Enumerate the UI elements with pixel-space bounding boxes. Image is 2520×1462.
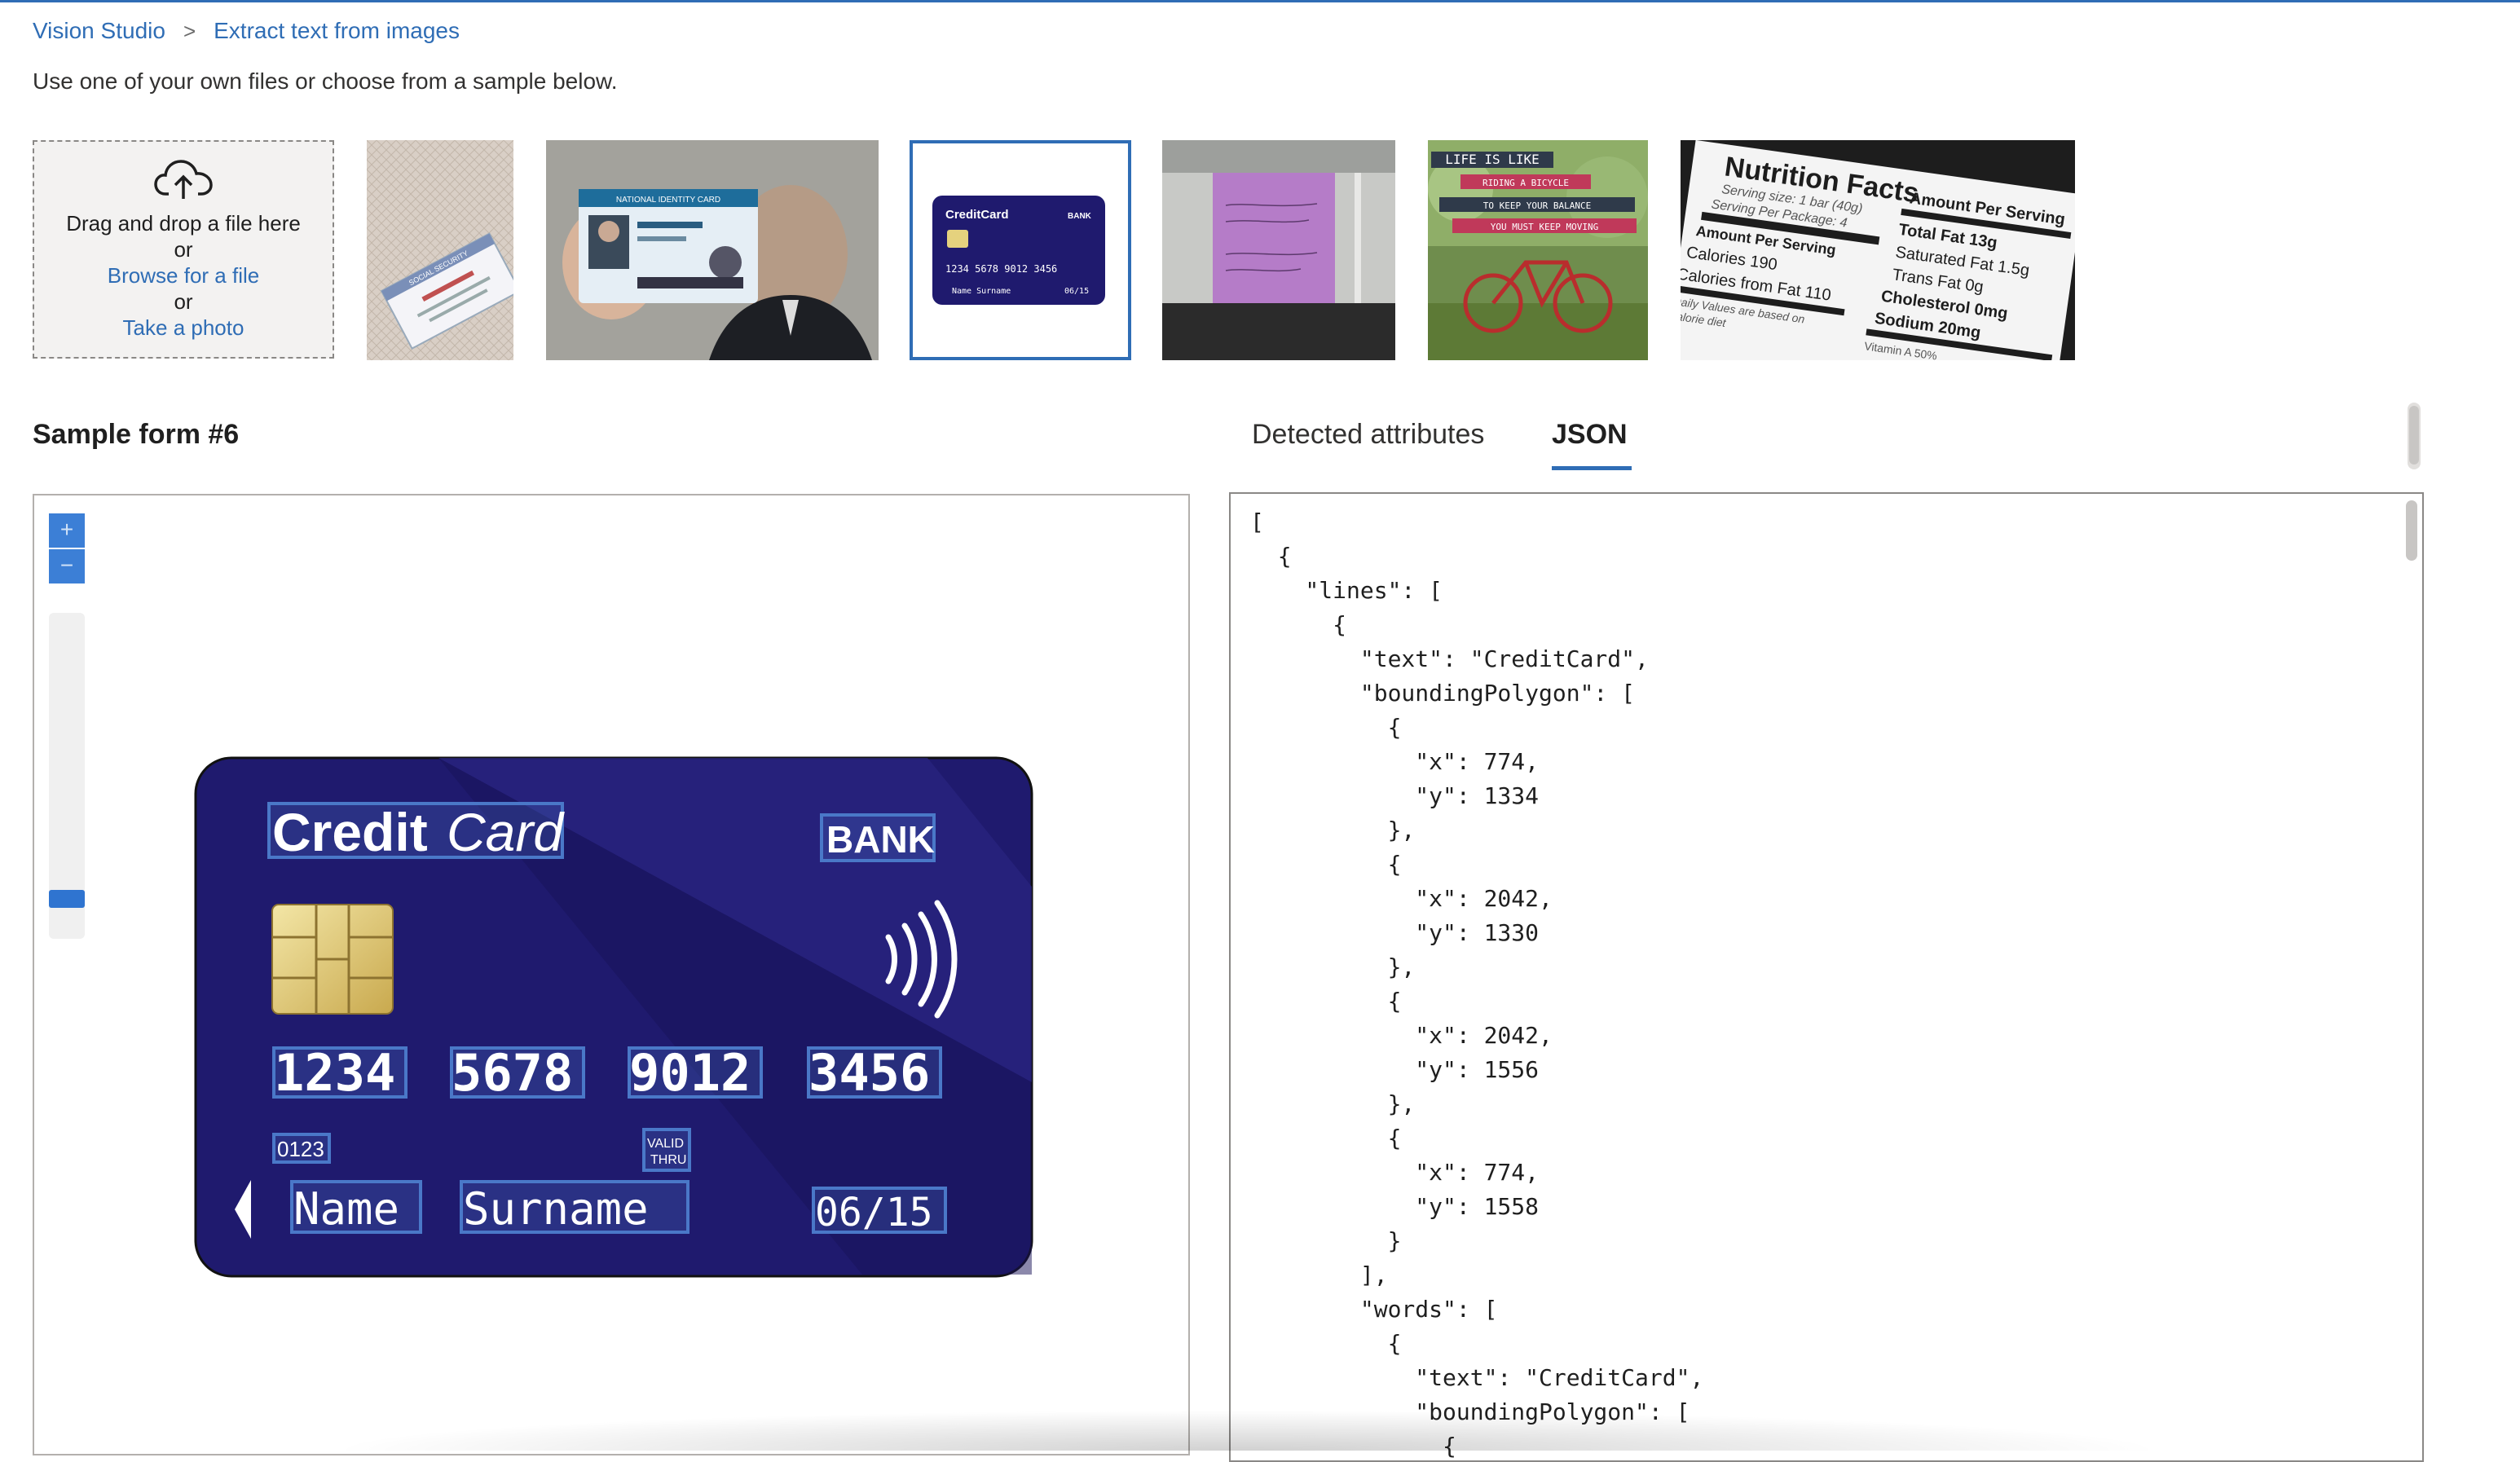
card-expiry: 06/15 (815, 1190, 933, 1235)
sample-thumb-id-card[interactable]: NATIONAL IDENTITY CARD (546, 140, 879, 360)
sample-thumb-social-security[interactable]: SOCIAL SECURITY (367, 140, 513, 360)
mini-card-expiry: 06/15 (1064, 287, 1089, 296)
json-scrollbar-thumb[interactable] (2406, 500, 2417, 561)
bicycle-quote-image: LIFE IS LIKE RIDING A BICYCLE TO KEEP YO… (1428, 140, 1648, 360)
zoom-out-button[interactable]: − (49, 549, 85, 583)
page-scrollbar[interactable] (2408, 403, 2421, 469)
tab-detected-attributes[interactable]: Detected attributes (1252, 419, 1484, 451)
id-card-photo-image: NATIONAL IDENTITY CARD (546, 140, 879, 360)
zoom-in-button[interactable]: + (49, 513, 85, 548)
card-brand-bold: Credit (272, 802, 428, 862)
browse-file-link[interactable]: Browse for a file (108, 262, 259, 288)
bicycle-line-1: LIFE IS LIKE (1445, 152, 1540, 167)
card-holder-surname: Surname (463, 1183, 649, 1235)
chip-icon (271, 904, 394, 1015)
breadcrumb-extract-text[interactable]: Extract text from images (214, 18, 460, 44)
active-tab-indicator (1552, 466, 1632, 470)
cloud-upload-icon (154, 160, 213, 199)
top-accent-line (0, 0, 2520, 2)
credit-card-thumbnail-image: CreditCard BANK 1234 5678 9012 3456 Name… (913, 143, 1128, 357)
card-holder-name: Name (293, 1183, 399, 1235)
card-bank: BANK (826, 818, 935, 861)
upload-or-1: or (174, 237, 193, 262)
upload-instruction: Drag and drop a file here (66, 211, 301, 236)
upload-dropzone[interactable]: Drag and drop a file here or Browse for … (33, 140, 334, 359)
card-number-group-3: 9012 (629, 1043, 751, 1103)
image-viewer: + − Credit Card BANK 1234 5678 9012 3456… (33, 494, 1190, 1455)
sample-thumb-bicycle[interactable]: LIFE IS LIKE RIDING A BICYCLE TO KEEP YO… (1428, 140, 1648, 360)
json-output-text: [ { "lines": [ { "text": "CreditCard", "… (1250, 509, 1704, 1460)
card-number-group-1: 1234 (274, 1043, 395, 1103)
intro-text: Use one of your own files or choose from… (33, 68, 618, 94)
json-output-panel[interactable]: [ { "lines": [ { "text": "CreditCard", "… (1229, 492, 2424, 1462)
sticky-note-image (1162, 140, 1395, 360)
sample-thumb-credit-card[interactable]: CreditCard BANK 1234 5678 9012 3456 Name… (910, 140, 1131, 360)
take-photo-link[interactable]: Take a photo (123, 315, 245, 341)
card-number-group-4: 3456 (808, 1043, 930, 1103)
mini-card-number: 1234 5678 9012 3456 (945, 263, 1057, 275)
zoom-slider-handle[interactable] (49, 890, 85, 908)
card-valid-label: VALID (647, 1137, 684, 1151)
mini-card-brand: CreditCard (945, 208, 1009, 222)
nutrition-facts-image: Nutrition Facts Serving size: 1 bar (40g… (1681, 140, 2075, 360)
upload-or-2: or (174, 289, 193, 314)
social-security-card-image: SOCIAL SECURITY (367, 140, 513, 360)
bicycle-line-3: TO KEEP YOUR BALANCE (1483, 200, 1591, 211)
card-number-group-2: 5678 (452, 1043, 573, 1103)
mini-card-name: Name Surname (952, 287, 1011, 296)
sample-thumb-nutrition[interactable]: Nutrition Facts Serving size: 1 bar (40g… (1681, 140, 2075, 360)
id-card-title: NATIONAL IDENTITY CARD (616, 196, 720, 205)
tab-json[interactable]: JSON (1552, 419, 1628, 451)
chevron-right-icon: > (183, 18, 196, 43)
breadcrumb: Vision Studio > Extract text from images (33, 18, 460, 44)
breadcrumb-vision-studio[interactable]: Vision Studio (33, 18, 165, 44)
sample-form-title: Sample form #6 (33, 419, 240, 450)
credit-card-image: Credit Card BANK 1234 5678 9012 3456 012… (194, 756, 1033, 1278)
card-brand-italic: Card (447, 802, 565, 862)
bicycle-line-4: YOU MUST KEEP MOVING (1491, 222, 1598, 232)
page-scrollbar-thumb[interactable] (2409, 406, 2419, 465)
card-thru-label: THRU (650, 1153, 686, 1167)
bicycle-line-2: RIDING A BICYCLE (1482, 178, 1569, 188)
card-small-code: 0123 (277, 1137, 324, 1161)
zoom-slider[interactable] (49, 613, 85, 939)
sample-thumb-sticky-note[interactable] (1162, 140, 1395, 360)
mini-card-bank: BANK (1068, 212, 1092, 221)
